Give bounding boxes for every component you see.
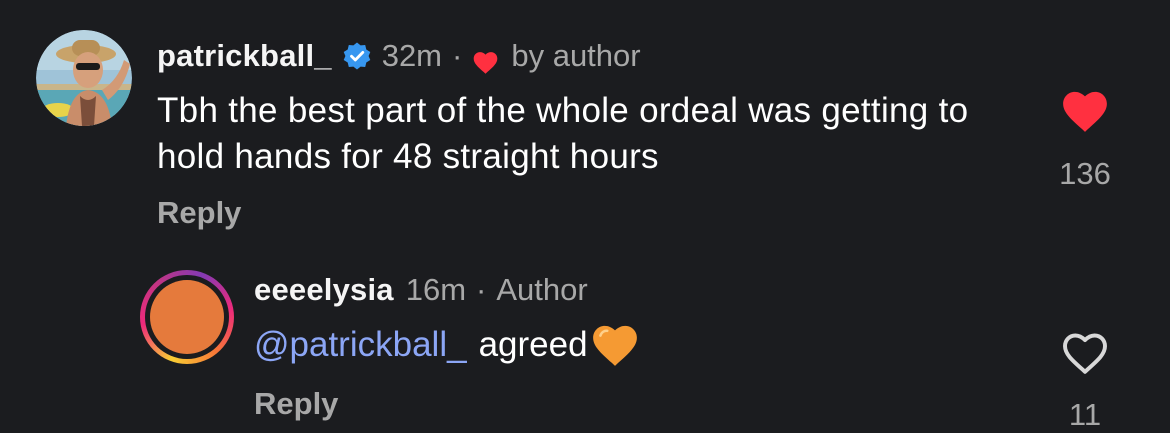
reply-text: @patrickball_ agreed: [254, 322, 640, 368]
avatar-photo: [36, 30, 132, 126]
reply-button[interactable]: Reply: [254, 386, 338, 422]
like-heart-outline-icon[interactable]: [1060, 330, 1110, 376]
timestamp: 32m: [381, 38, 443, 73]
username[interactable]: eeeelysia: [254, 270, 394, 310]
avatar: [150, 280, 224, 354]
orange-heart-emoji-icon: [590, 322, 640, 368]
reply-body: agreed: [478, 325, 588, 364]
liked-by-author-heart-icon: [472, 45, 499, 74]
comment-text: Tbh the best part of the whole ordeal wa…: [157, 91, 969, 176]
timestamp: 16m: [405, 272, 467, 307]
author-label: Author: [496, 272, 588, 307]
story-ring-avatar[interactable]: [140, 270, 234, 364]
separator-dot: ·: [452, 38, 463, 73]
liked-by-author-label: by author: [511, 38, 641, 73]
comment-thread: patrickball_ 32m · by author Tbh the bes…: [0, 0, 1170, 433]
like-heart-filled-icon[interactable]: [1060, 88, 1110, 134]
username[interactable]: patrickball_: [157, 36, 332, 76]
avatar[interactable]: [36, 30, 132, 126]
reply-button[interactable]: Reply: [157, 195, 241, 231]
mention-link[interactable]: @patrickball_: [254, 322, 467, 368]
like-count[interactable]: 11: [1030, 397, 1140, 433]
reply-header: eeeelysia 16m · Author: [254, 270, 588, 310]
separator-dot: ·: [476, 272, 487, 307]
verified-badge-icon: [342, 41, 372, 71]
comment-header: patrickball_ 32m · by author: [157, 36, 641, 76]
like-count[interactable]: 136: [1030, 156, 1140, 192]
